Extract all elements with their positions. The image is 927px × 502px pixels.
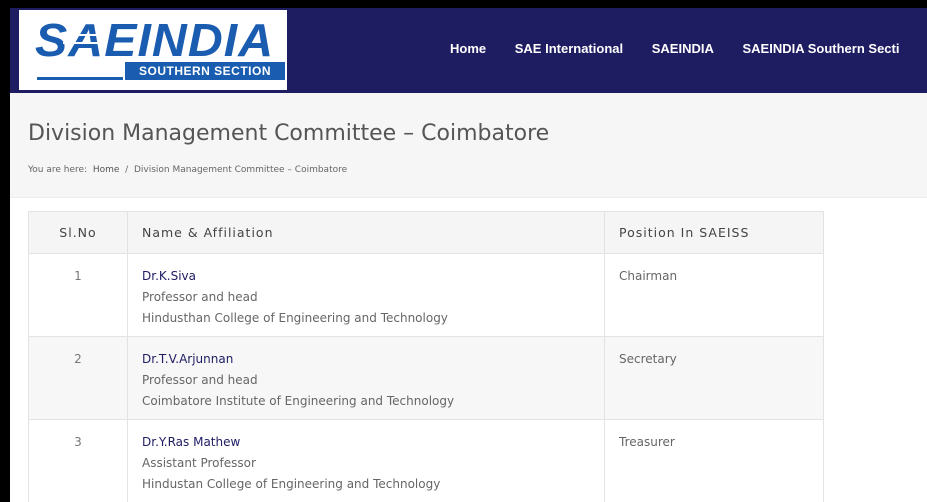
breadcrumb: You are here: Home / Division Management… — [28, 165, 347, 175]
table-row: 1 Dr.K.Siva Professor and head Hindustha… — [28, 253, 824, 337]
member-name: Dr.Y.Ras Mathew — [142, 435, 241, 449]
page-title-section: Division Management Committee – Coimbato… — [10, 93, 927, 198]
logo-subtitle: SOUTHERN SECTION — [125, 62, 285, 80]
column-header-name-affiliation: Name & Affiliation — [127, 211, 605, 254]
nav-item-saeindia-southern-section[interactable]: SAEINDIA Southern Secti — [742, 41, 899, 56]
main-nav: Home SAE International SAEINDIA SAEINDIA… — [450, 41, 924, 56]
nav-item-home[interactable]: Home — [450, 41, 486, 56]
breadcrumb-home-link[interactable]: Home — [93, 165, 120, 175]
committee-table: Sl.No Name & Affiliation Position In SAE… — [28, 211, 824, 502]
member-designation: Professor and head — [142, 373, 258, 387]
table-header-row: Sl.No Name & Affiliation Position In SAE… — [28, 211, 824, 254]
nav-item-sae-international[interactable]: SAE International — [515, 41, 623, 56]
row-sl-no: 1 — [28, 253, 128, 337]
breadcrumb-current: Division Management Committee – Coimbato… — [133, 165, 348, 175]
column-header-position: Position In SAEISS — [604, 211, 824, 254]
site-logo[interactable]: SAEINDIA SOUTHERN SECTION — [19, 10, 287, 90]
member-designation: Assistant Professor — [142, 456, 256, 470]
row-position: Secretary — [604, 336, 824, 420]
row-sl-no: 2 — [28, 336, 128, 420]
table-row: 3 Dr.Y.Ras Mathew Assistant Professor Hi… — [28, 419, 824, 502]
logo-underline-graphic — [37, 62, 123, 80]
breadcrumb-separator: / — [125, 165, 129, 175]
page-frame: SAEINDIA SOUTHERN SECTION Home SAE Inter… — [10, 8, 927, 502]
row-position: Treasurer — [604, 419, 824, 502]
member-designation: Professor and head — [142, 290, 258, 304]
row-name-affiliation: Dr.K.Siva Professor and head Hindusthan … — [127, 253, 605, 337]
row-position: Chairman — [604, 253, 824, 337]
site-header: SAEINDIA SOUTHERN SECTION Home SAE Inter… — [10, 8, 927, 93]
column-header-sl-no: Sl.No — [28, 211, 128, 254]
breadcrumb-prefix: You are here: — [28, 165, 88, 175]
member-institution: Hindusthan College of Engineering and Te… — [142, 311, 448, 325]
member-institution: Coimbatore Institute of Engineering and … — [142, 394, 455, 408]
member-institution: Hindustan College of Engineering and Tec… — [142, 477, 441, 491]
row-sl-no: 3 — [28, 419, 128, 502]
member-name: Dr.T.V.Arjunnan — [142, 352, 234, 366]
table-row: 2 Dr.T.V.Arjunnan Professor and head Coi… — [28, 336, 824, 420]
row-name-affiliation: Dr.Y.Ras Mathew Assistant Professor Hind… — [127, 419, 605, 502]
row-name-affiliation: Dr.T.V.Arjunnan Professor and head Coimb… — [127, 336, 605, 420]
page-title: Division Management Committee – Coimbato… — [28, 121, 550, 146]
nav-item-saeindia[interactable]: SAEINDIA — [652, 41, 714, 56]
logo-stripes-graphic — [63, 34, 105, 44]
member-name: Dr.K.Siva — [142, 269, 196, 283]
